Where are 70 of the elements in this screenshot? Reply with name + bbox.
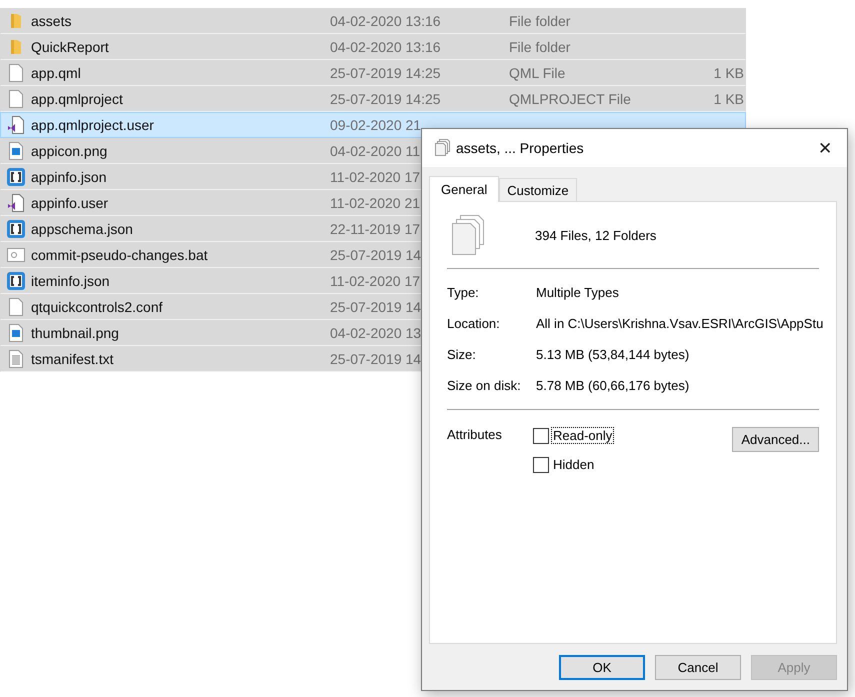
- files-icon: [451, 215, 485, 255]
- file-type: QMLPROJECT File: [509, 90, 631, 106]
- checkbox-label[interactable]: Read-only: [551, 427, 614, 444]
- file-name: tsmanifest.txt: [31, 350, 114, 366]
- dialog-title: assets, ... Properties: [456, 140, 585, 156]
- project-file-icon: [7, 116, 25, 134]
- file-type: QML File: [509, 64, 566, 80]
- property-label: Size:: [447, 347, 477, 362]
- file-date: 25-07-2019 14:25: [330, 90, 441, 106]
- brackets-icon: [6, 166, 26, 186]
- folder-icon: [10, 38, 22, 54]
- file-date: 04-02-2020 11: [330, 142, 420, 158]
- tab[interactable]: Customize: [499, 178, 577, 201]
- project-file-icon: [7, 194, 25, 212]
- property-value: 5.13 MB (53,84,144 bytes): [536, 347, 690, 362]
- file-name: app.qml: [31, 64, 82, 80]
- file-date: 11-02-2020 21: [330, 194, 420, 210]
- checkbox-label[interactable]: Hidden: [551, 456, 596, 473]
- file-name: assets: [31, 12, 72, 28]
- file-name: app.qmlproject.user: [31, 117, 155, 133]
- file-date: 25-07-2019 14: [330, 350, 422, 366]
- file-name: QuickReport: [31, 38, 110, 54]
- file-name: appicon.png: [31, 142, 108, 158]
- tab[interactable]: General: [429, 176, 500, 202]
- property-label: Size on disk:: [447, 378, 522, 393]
- file-name: qtquickcontrols2.conf: [31, 298, 164, 314]
- file-date: 04-02-2020 13:16: [330, 12, 441, 28]
- dialog-button[interactable]: OK: [559, 655, 645, 680]
- file-type: File folder: [509, 38, 570, 54]
- checkbox[interactable]: [533, 456, 549, 472]
- file-name: appinfo.json: [31, 168, 108, 184]
- file-row[interactable]: app.qmlproject 25-07-2019 14:25 QMLPROJECT File 1 KB: [0, 86, 746, 112]
- file-name: appschema.json: [31, 220, 134, 236]
- file-name: commit-pseudo-changes.bat: [31, 246, 209, 262]
- property-value: 5.78 MB (60,66,176 bytes): [536, 378, 690, 393]
- file-icon: [8, 64, 24, 82]
- file-date: 22-11-2019 17: [330, 220, 420, 236]
- file-date: 04-02-2020 13:16: [330, 38, 441, 54]
- brackets-icon: [6, 270, 26, 290]
- file-name: appinfo.user: [31, 194, 110, 210]
- image-file-icon: [8, 142, 24, 160]
- summary-text: 394 Files, 12 Folders: [535, 228, 656, 242]
- file-size: 1 KB: [712, 90, 744, 106]
- file-date: 25-07-2019 14: [330, 246, 422, 262]
- advanced-button[interactable]: Advanced...: [732, 427, 819, 452]
- close-button[interactable]: ✕: [803, 129, 847, 167]
- file-row[interactable]: app.qml 25-07-2019 14:25 QML File 1 KB: [0, 60, 746, 86]
- file-row[interactable]: QuickReport 04-02-2020 13:16 File folder: [0, 34, 746, 60]
- file-date: 25-07-2019 14: [330, 298, 422, 314]
- file-date: 09-02-2020 21: [330, 117, 422, 133]
- file-name: iteminfo.json: [31, 272, 111, 288]
- file-date: 04-02-2020 13: [330, 324, 422, 340]
- file-name: app.qmlproject: [31, 90, 124, 106]
- files-icon: [434, 139, 450, 157]
- checkbox[interactable]: [533, 428, 549, 444]
- file-date: 11-02-2020 17: [330, 272, 420, 288]
- file-type: File folder: [509, 12, 570, 28]
- file-row[interactable]: assets 04-02-2020 13:16 File folder: [0, 8, 746, 34]
- folder-icon: [10, 12, 22, 28]
- file-date: 11-02-2020 17: [330, 168, 420, 184]
- attributes-label: Attributes: [447, 427, 503, 444]
- file-icon: [8, 90, 24, 108]
- dialog-button[interactable]: Cancel: [655, 655, 741, 680]
- file-size: 1 KB: [712, 64, 744, 80]
- file-date: 25-07-2019 14:25: [330, 64, 441, 80]
- brackets-icon: [6, 218, 26, 238]
- text-file-icon: [8, 350, 24, 368]
- file-name: thumbnail.png: [31, 324, 120, 340]
- image-file-icon: [8, 324, 24, 342]
- file-icon: [8, 298, 24, 316]
